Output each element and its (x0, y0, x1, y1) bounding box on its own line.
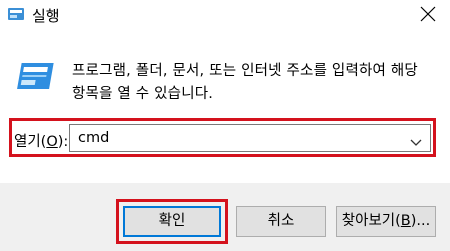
run-description: 프로그램, 폴더, 문서, 또는 인터넷 주소를 입력하여 해당 항목을 열 수… (72, 60, 442, 106)
title-bar: 실행 (0, 0, 450, 30)
window-title: 실행 (32, 7, 60, 25)
run-app-icon (7, 6, 25, 22)
browse-button[interactable]: 찾아보기(B)... (336, 206, 436, 237)
close-button[interactable] (406, 0, 450, 30)
ok-button[interactable]: 확인 (123, 206, 221, 237)
description-line-1: 프로그램, 폴더, 문서, 또는 인터넷 주소를 입력하여 해당 (72, 63, 418, 79)
run-program-icon (14, 61, 54, 93)
close-icon (420, 6, 436, 22)
description-line-2: 항목을 열 수 있습니다. (72, 86, 214, 102)
open-combobox[interactable]: cmd (69, 124, 431, 152)
cancel-button[interactable]: 취소 (236, 206, 326, 237)
chevron-down-icon[interactable] (410, 133, 422, 152)
open-mnemonic: O (46, 134, 58, 150)
open-input[interactable]: cmd (78, 130, 109, 146)
run-dialog: 실행 프로그램, 폴더, 문서, 또는 인터넷 주소를 입력하여 해당 항목을 … (0, 0, 450, 251)
open-label: 열기(O): (14, 134, 69, 150)
browse-mnemonic: B (400, 213, 411, 229)
